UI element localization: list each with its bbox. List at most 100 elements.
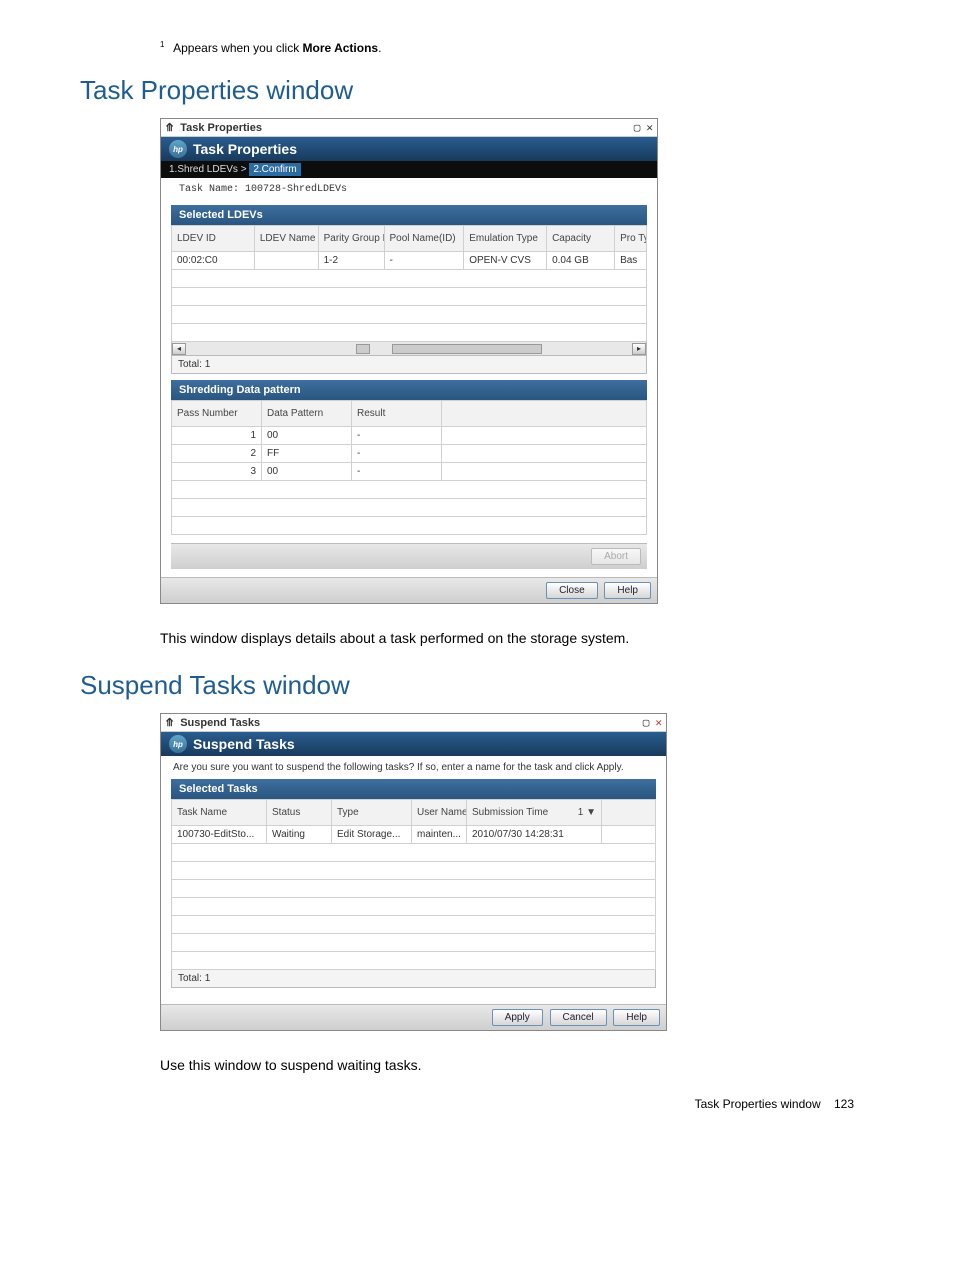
selected-tasks-title: Selected Tasks [171,779,656,799]
cell-pass: 2 [172,445,262,463]
selected-ldevs-title: Selected LDEVs [171,205,647,225]
abort-button[interactable]: Abort [591,548,641,565]
close-button[interactable]: Close [546,582,598,599]
cell-status: Waiting [267,826,332,844]
window-titlebar: ⤊ Suspend Tasks ▢ ✕ [161,714,666,732]
suspend-tasks-screenshot: ⤊ Suspend Tasks ▢ ✕ hp Suspend Tasks Are… [160,713,667,1031]
footer-page: 123 [834,1097,854,1111]
col-status[interactable]: Status [267,800,332,826]
sort-indicator[interactable]: 1 ▼ [578,807,596,818]
total-value: 1 [205,973,211,984]
breadcrumb: 1.Shred LDEVs > 2.Confirm [161,161,657,178]
cell-ldev-id: 00:02:C0 [172,252,255,270]
total-label: Total: [178,973,202,984]
bottom-button-row: Apply Cancel Help [161,1004,666,1030]
cell-res: - [352,427,442,445]
table-row[interactable]: 3 00 - [172,463,647,481]
collapse-icon[interactable]: ⤊ [165,121,174,134]
cell-ldev-name [254,252,318,270]
close-icon[interactable]: ✕ [655,716,662,729]
banner: hp Suspend Tasks [161,732,666,756]
shredding-table: Pass Number Data Pattern Result 1 00 - 2 [171,400,647,535]
cell-user: mainten... [412,826,467,844]
cell-pat: 00 [262,463,352,481]
col-cap[interactable]: Capacity [547,226,615,252]
col-pro-typ[interactable]: Pro Typ [615,226,647,252]
footnote: 1 Appears when you click More Actions. [160,40,874,55]
table-row[interactable]: 00:02:C0 1-2 - OPEN-V CVS 0.04 GB Bas [172,252,647,270]
selected-ldevs-table: LDEV ID LDEV Name Parity Group ID Pool N… [171,225,647,342]
cell-pass: 1 [172,427,262,445]
help-button[interactable]: Help [604,582,651,599]
crumb-sep: > [241,164,247,175]
window-titlebar: ⤊ Task Properties ▢ ✕ [161,119,657,137]
scroll-right-icon[interactable]: ▸ [632,343,646,355]
cell-pool: - [384,252,464,270]
maximize-icon[interactable]: ▢ [634,121,641,134]
cell-pt: Bas [615,252,647,270]
horizontal-scrollbar[interactable]: ◂ ▸ [171,342,647,356]
footnote-pre: Appears when you click [173,41,302,55]
window-title: Suspend Tasks [180,717,260,729]
footnote-bold: More Actions [303,41,379,55]
col-ldev-name[interactable]: LDEV Name [254,226,318,252]
tasks-total: Total: 1 [171,970,656,988]
col-emul[interactable]: Emulation Type [464,226,547,252]
cell-pat: 00 [262,427,352,445]
table-row[interactable]: 100730-EditSto... Waiting Edit Storage..… [172,826,656,844]
apply-button[interactable]: Apply [492,1009,543,1026]
cell-parity: 1-2 [318,252,384,270]
task-name-label: Task Name: [179,184,239,195]
col-pattern[interactable]: Data Pattern [262,401,352,427]
footnote-post: . [378,41,381,55]
footer-label: Task Properties window [695,1097,821,1111]
cell-type: Edit Storage... [332,826,412,844]
instruction-text: Are you sure you want to suspend the fol… [161,756,666,779]
total-label: Total: [178,359,202,370]
maximize-icon[interactable]: ▢ [643,716,650,729]
section-heading-task-properties: Task Properties window [80,75,874,106]
collapse-icon[interactable]: ⤊ [165,716,174,729]
col-pass[interactable]: Pass Number [172,401,262,427]
section-heading-suspend-tasks: Suspend Tasks window [80,670,874,701]
col-parity[interactable]: Parity Group ID [318,226,384,252]
col-submit-time[interactable]: Submission Time 1 ▼ [467,800,602,826]
page-footer: Task Properties window 123 [80,1097,874,1111]
col-result[interactable]: Result [352,401,442,427]
close-icon[interactable]: ✕ [646,121,653,134]
abort-row: Abort [171,543,647,569]
cell-emul: OPEN-V CVS [464,252,547,270]
table-row[interactable]: 1 00 - [172,427,647,445]
task-name-value: 100728-ShredLDEVs [245,184,347,195]
hp-logo-icon: hp [169,735,187,753]
col-ldev-id[interactable]: LDEV ID [172,226,255,252]
cell-task-name: 100730-EditSto... [172,826,267,844]
col-type[interactable]: Type [332,800,412,826]
table-row[interactable]: 2 FF - [172,445,647,463]
cell-res: - [352,463,442,481]
help-button[interactable]: Help [613,1009,660,1026]
hp-logo-icon: hp [169,140,187,158]
col-user[interactable]: User Name [412,800,467,826]
col-task-name[interactable]: Task Name [172,800,267,826]
ldevs-total: Total: 1 [171,356,647,374]
cell-pass: 3 [172,463,262,481]
section1-body: This window displays details about a tas… [160,630,874,646]
task-properties-screenshot: ⤊ Task Properties ▢ ✕ hp Task Properties… [160,118,658,604]
scroll-thumb[interactable] [392,344,542,354]
col-submit-time-label: Submission Time [472,807,548,818]
scroll-thumb[interactable] [356,344,370,354]
bottom-button-row: Close Help [161,577,657,603]
cell-time: 2010/07/30 14:28:31 [467,826,602,844]
task-name-line: Task Name: 100728-ShredLDEVs [161,178,657,205]
section2-body: Use this window to suspend waiting tasks… [160,1057,874,1073]
banner: hp Task Properties [161,137,657,161]
cell-res: - [352,445,442,463]
scroll-left-icon[interactable]: ◂ [172,343,186,355]
banner-title: Suspend Tasks [193,736,295,752]
crumb-1[interactable]: 1.Shred LDEVs [169,164,238,175]
window-title: Task Properties [180,122,262,134]
cancel-button[interactable]: Cancel [550,1009,607,1026]
col-pool[interactable]: Pool Name(ID) [384,226,464,252]
banner-title: Task Properties [193,141,297,157]
